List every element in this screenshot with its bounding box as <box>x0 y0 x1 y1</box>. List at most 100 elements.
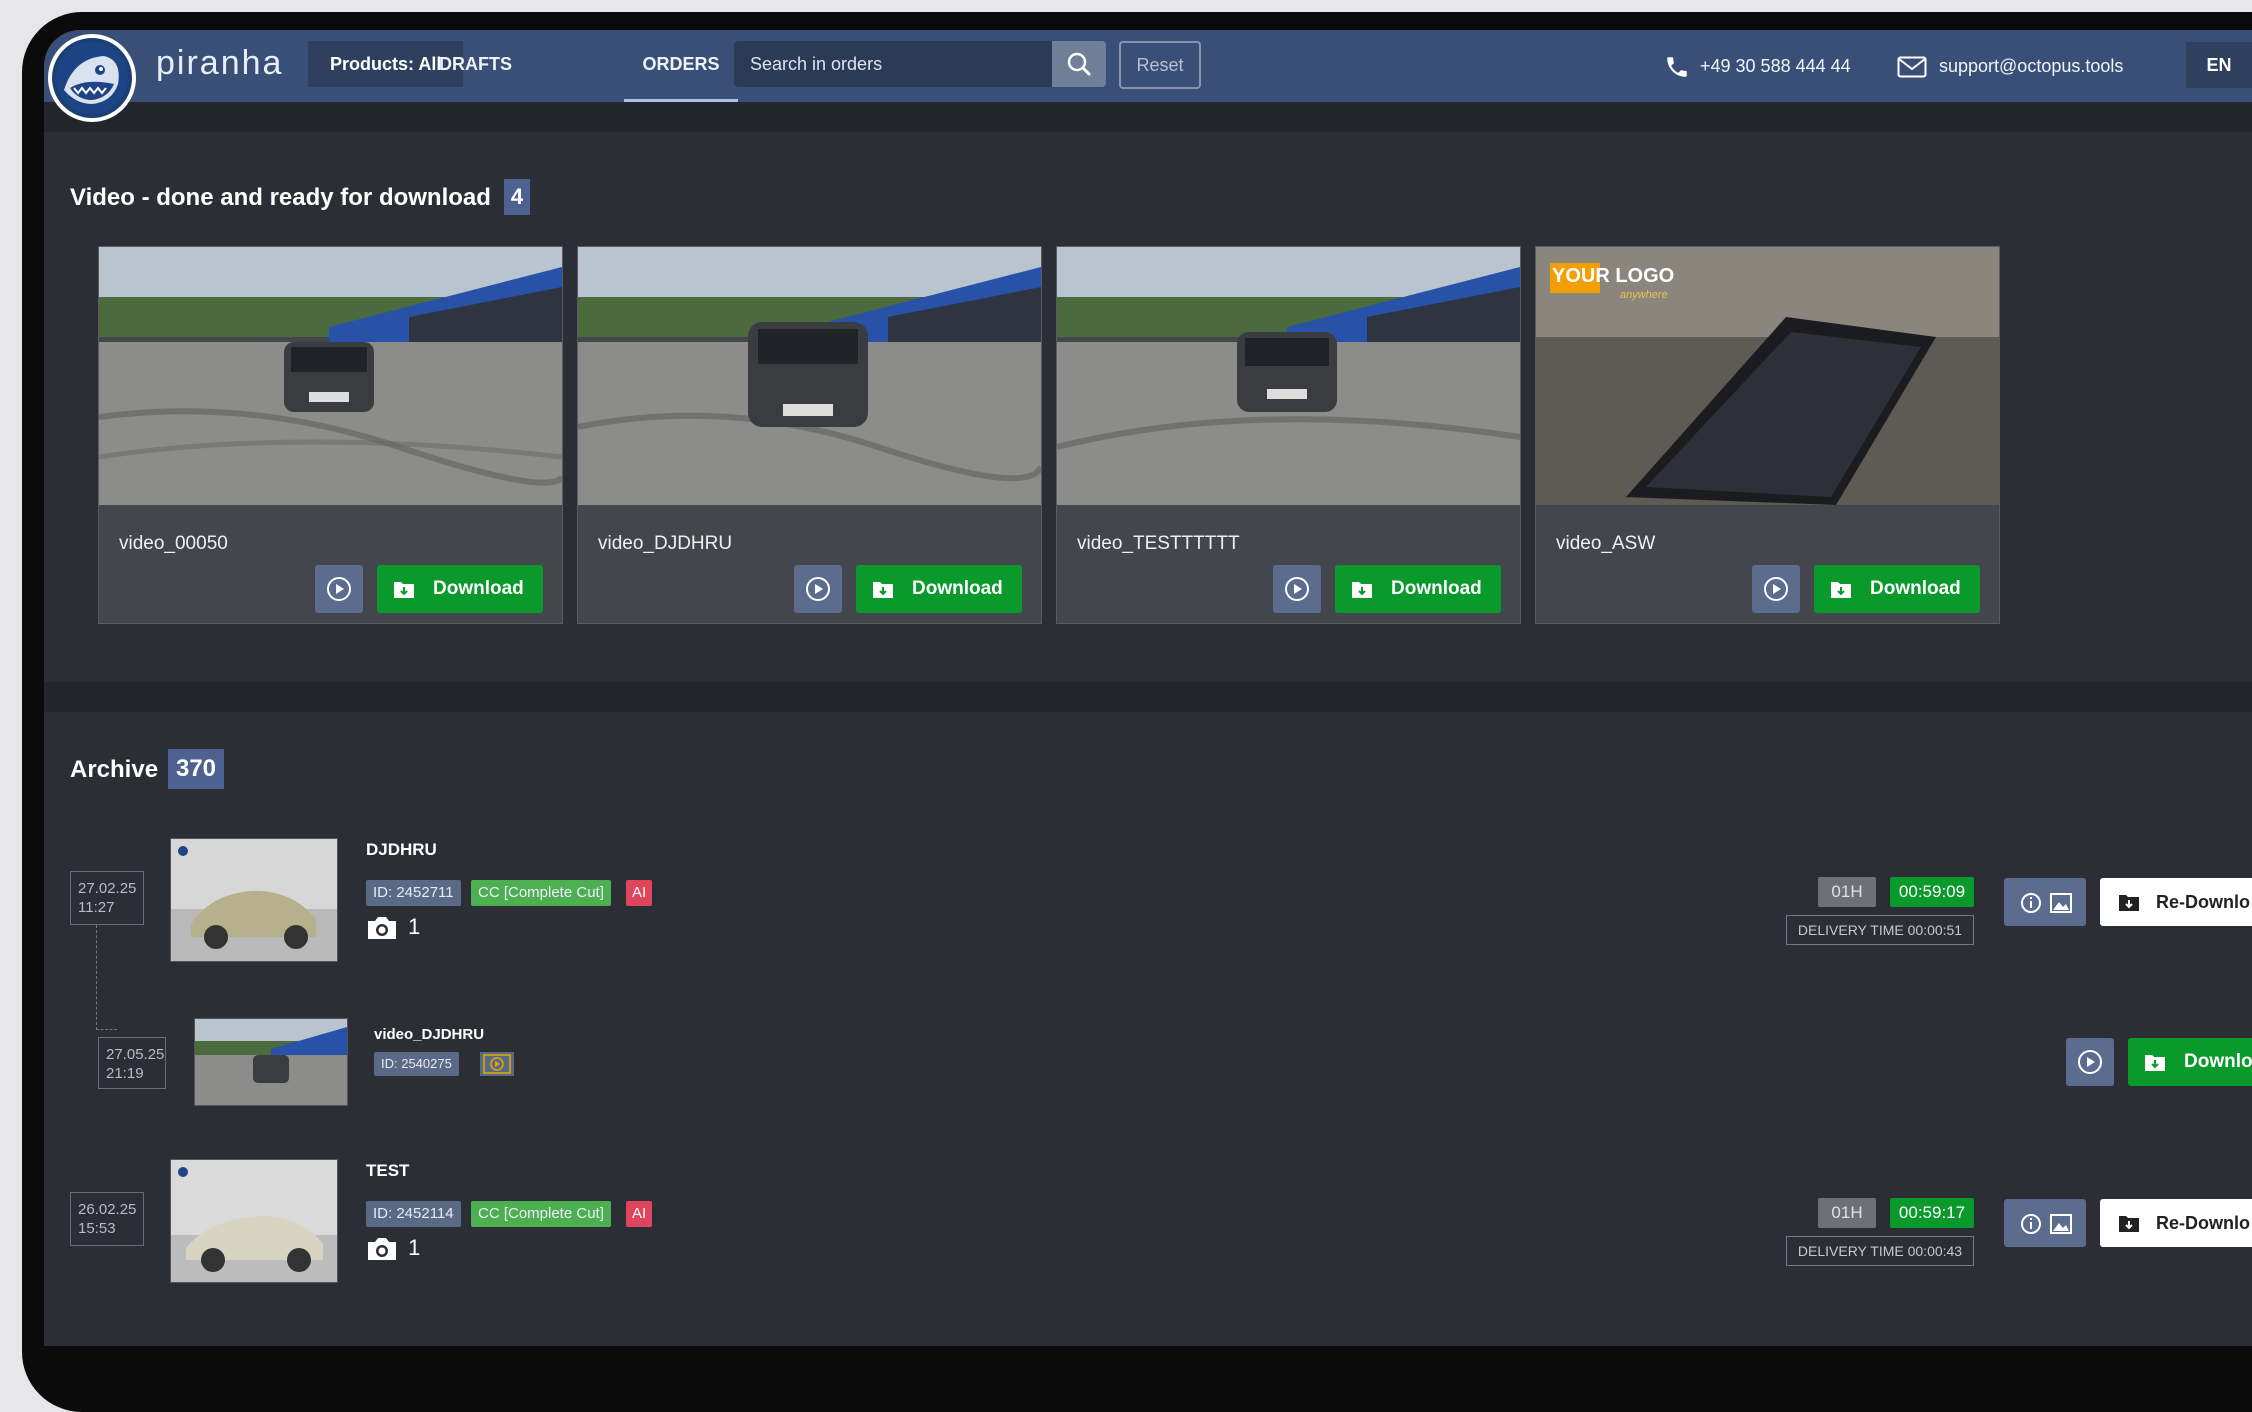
search-button[interactable] <box>1052 41 1106 87</box>
order-thumbnail[interactable] <box>170 838 338 962</box>
image-icon <box>2050 893 2072 913</box>
top-navigation-bar: piranha Products: All DRAFTS ORDERS Sear… <box>44 30 2252 102</box>
preview-button[interactable] <box>1752 565 1800 613</box>
preview-button[interactable] <box>2066 1038 2114 1086</box>
duration-badge: 01H <box>1818 1198 1876 1228</box>
folder-download-icon <box>394 582 414 598</box>
order-date: 26.02.25 15:53 <box>70 1192 144 1246</box>
camera-icon <box>368 917 396 940</box>
download-button[interactable]: Download <box>377 565 543 613</box>
section-divider <box>44 682 2252 712</box>
video-card: video_00050 Download <box>98 246 563 624</box>
email-contact[interactable]: support@octopus.tools <box>1897 30 2123 102</box>
nav-drafts-tab[interactable]: DRAFTS <box>439 30 512 102</box>
re-download-button[interactable]: Re-Downlo <box>2100 1199 2252 1247</box>
phone-contact[interactable]: +49 30 588 444 44 <box>1664 30 1851 102</box>
email-address: support@octopus.tools <box>1939 56 2124 76</box>
complete-cut-tag: CC [Complete Cut] <box>471 1201 611 1227</box>
tree-connector <box>96 925 117 1030</box>
order-thumbnail[interactable] <box>170 1159 338 1283</box>
brand-name: piranha <box>156 44 284 82</box>
piranha-logo[interactable] <box>48 34 136 122</box>
ai-tag: AI <box>626 880 653 906</box>
re-download-button[interactable]: Re-Downlo <box>2100 878 2252 926</box>
archive-count-badge: 370 <box>168 749 224 789</box>
logo-watermark: YOUR LOGO <box>1552 265 1675 287</box>
download-label: Download <box>433 578 524 599</box>
photo-count: 1 <box>366 1235 420 1262</box>
complete-cut-tag: CC [Complete Cut] <box>471 880 611 906</box>
phone-number: +49 30 588 444 44 <box>1700 56 1851 76</box>
video-card: video_TESTTTTTT Download <box>1056 246 1521 624</box>
folder-download-icon <box>1831 582 1851 598</box>
folder-download-icon <box>873 582 893 598</box>
info-button[interactable] <box>2004 878 2086 926</box>
ready-count-badge: 4 <box>504 179 530 215</box>
info-button[interactable] <box>2004 1199 2086 1247</box>
order-id-tag: ID: 2452711 <box>366 880 461 906</box>
phone-icon <box>1667 57 1687 77</box>
duration-badge: 01H <box>1818 877 1876 907</box>
header-shadow-strip <box>44 102 2252 132</box>
video-thumbnail[interactable] <box>99 247 562 505</box>
video-thumbnail[interactable] <box>1057 247 1520 505</box>
video-name: video_TESTTTTTT <box>1077 533 1240 554</box>
photo-count: 1 <box>366 914 420 941</box>
preview-button[interactable] <box>1273 565 1321 613</box>
play-icon <box>327 577 351 601</box>
order-title: DJDHRU <box>366 840 437 859</box>
search-icon <box>1067 52 1091 76</box>
timer-badge: 00:59:09 <box>1890 877 1974 907</box>
camera-icon <box>368 1238 396 1261</box>
download-label: Downlo <box>2184 1051 2252 1072</box>
download-label: Download <box>1870 578 1961 599</box>
order-id-tag: ID: 2452114 <box>366 1201 461 1227</box>
delivery-time: DELIVERY TIME 00:00:51 <box>1786 915 1974 945</box>
ai-tag: AI <box>626 1201 653 1227</box>
download-button[interactable]: Download <box>856 565 1022 613</box>
preview-button[interactable] <box>315 565 363 613</box>
download-button[interactable]: Download <box>1814 565 1980 613</box>
video-name: video_ASW <box>1556 533 1656 554</box>
folder-download-icon <box>2119 895 2139 911</box>
mail-icon <box>1897 56 1927 78</box>
ready-section-title: Video - done and ready for download <box>70 184 491 211</box>
video-name: video_DJDHRU <box>598 533 733 554</box>
folder-download-icon <box>2119 1216 2139 1232</box>
re-download-label: Re-Downlo <box>2156 892 2250 912</box>
download-label: Download <box>912 578 1003 599</box>
search-input[interactable]: Search in orders <box>734 41 1052 87</box>
play-icon <box>2078 1050 2102 1074</box>
app-screen: piranha Products: All DRAFTS ORDERS Sear… <box>44 30 2252 1346</box>
download-button[interactable]: Downlo <box>2128 1038 2252 1086</box>
video-film-icon <box>480 1052 514 1076</box>
folder-download-icon <box>1352 582 1372 598</box>
logo-watermark-sub: anywhere <box>1620 289 1668 301</box>
video-card: video_DJDHRU Download <box>577 246 1042 624</box>
play-icon <box>1285 577 1309 601</box>
download-button[interactable]: Download <box>1335 565 1501 613</box>
reset-button[interactable]: Reset <box>1119 41 1201 89</box>
order-date: 27.02.25 11:27 <box>70 871 144 925</box>
delivery-time: DELIVERY TIME 00:00:43 <box>1786 1236 1974 1266</box>
video-thumbnail[interactable] <box>194 1018 348 1106</box>
play-icon <box>1764 577 1788 601</box>
info-icon <box>2021 1214 2041 1234</box>
info-icon <box>2021 893 2041 913</box>
order-date: 27.05.25 21:19 <box>98 1037 166 1089</box>
order-id-tag: ID: 2540275 <box>374 1052 459 1076</box>
language-selector[interactable]: EN <box>2186 42 2252 88</box>
timer-badge: 00:59:17 <box>1890 1198 1974 1228</box>
order-title: video_DJDHRU <box>374 1026 485 1043</box>
video-card: YOUR LOGO anywhere video_ASW Download <box>1535 246 2000 624</box>
image-icon <box>2050 1214 2072 1234</box>
folder-download-icon <box>2145 1055 2165 1071</box>
download-label: Download <box>1391 578 1482 599</box>
nav-orders-tab[interactable]: ORDERS <box>624 30 738 102</box>
video-name: video_00050 <box>119 533 228 554</box>
order-title: TEST <box>366 1161 410 1180</box>
archive-section-title: Archive <box>70 756 159 783</box>
video-thumbnail[interactable] <box>578 247 1041 505</box>
video-thumbnail[interactable]: YOUR LOGO anywhere <box>1536 247 1999 505</box>
preview-button[interactable] <box>794 565 842 613</box>
